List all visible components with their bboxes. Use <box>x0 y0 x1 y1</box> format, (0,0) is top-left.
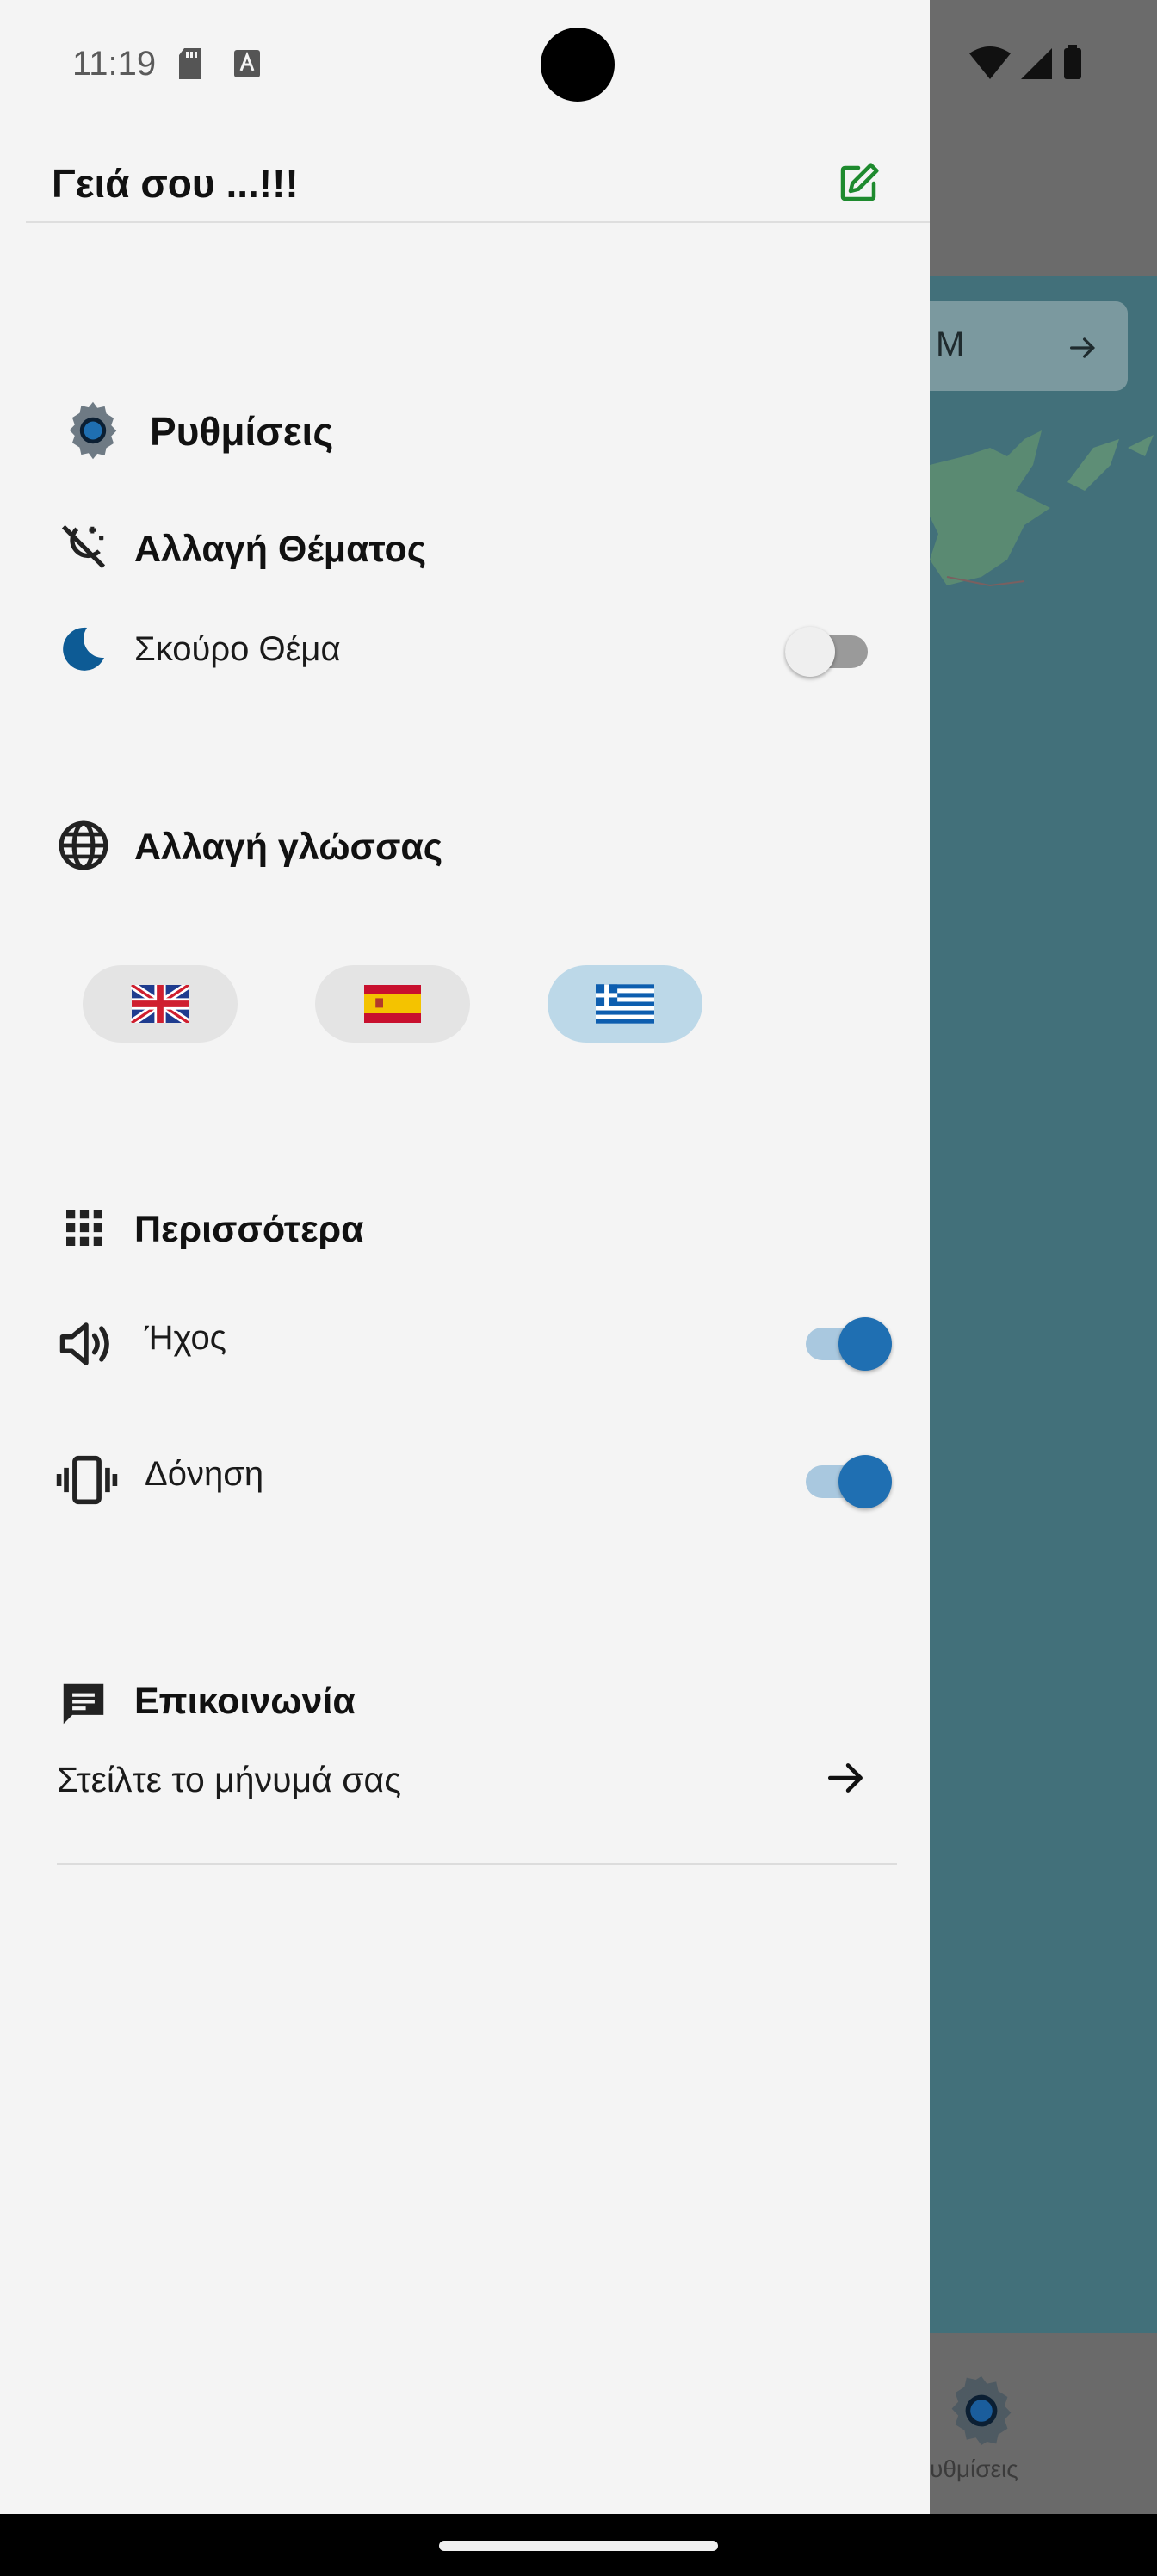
switch-thumb <box>838 1455 892 1508</box>
language-section-title: Αλλαγή γλώσσας <box>134 827 443 868</box>
navigation-drawer: 11:19 Γειά σου ...!!! Ρυθμίσεις Αλλαγή Θ… <box>0 0 930 2514</box>
volume-icon <box>59 1322 109 1365</box>
greeting-text: Γειά σου ...!!! <box>52 161 299 206</box>
vibration-icon <box>56 1455 118 1505</box>
send-message-label[interactable]: Στείλτε το μήνυμά σας <box>57 1760 401 1800</box>
keyboard-a-icon <box>234 50 260 77</box>
sd-card-icon <box>179 48 201 79</box>
edit-icon[interactable] <box>835 160 882 207</box>
background-nav-label: υθμίσεις <box>930 2455 1018 2482</box>
sound-switch[interactable] <box>806 1317 895 1371</box>
gear-icon <box>951 2376 1012 2445</box>
english-flag-icon <box>131 985 189 1023</box>
status-time: 11:19 <box>72 45 157 83</box>
gear-icon <box>69 401 117 460</box>
switch-thumb <box>838 1317 892 1371</box>
switch-thumb <box>785 627 835 677</box>
status-icons <box>969 45 1081 79</box>
contact-divider <box>57 1863 897 1865</box>
language-option-english[interactable] <box>83 965 238 1043</box>
theme-change-icon <box>61 524 106 569</box>
settings-title: Ρυθμίσεις <box>150 409 334 454</box>
arrow-right-icon <box>1070 337 1096 358</box>
contact-section-title: Επικοινωνία <box>134 1681 356 1722</box>
language-option-spanish[interactable] <box>315 965 470 1043</box>
moon-icon <box>63 627 104 671</box>
more-section-title: Περισσότερα <box>134 1209 364 1250</box>
apps-grid-icon <box>66 1210 102 1246</box>
dark-mode-label: Σκούρο Θέμα <box>134 630 341 668</box>
battery-icon <box>1064 48 1081 79</box>
gesture-handle[interactable] <box>439 2541 718 2551</box>
sound-label: Ήχος <box>145 1319 226 1357</box>
signal-icon <box>1021 48 1052 79</box>
language-option-greek[interactable] <box>548 965 702 1043</box>
theme-section-title: Αλλαγή Θέματος <box>134 529 427 570</box>
header-divider <box>26 221 930 223</box>
wifi-icon <box>969 46 1011 79</box>
vibration-switch[interactable] <box>806 1455 895 1508</box>
background-search-text: M <box>936 325 965 363</box>
spanish-flag-icon <box>364 985 421 1023</box>
vibration-label: Δόνηση <box>145 1455 264 1493</box>
chat-icon <box>63 1683 104 1725</box>
front-camera <box>541 28 615 102</box>
globe-icon <box>59 820 108 870</box>
dark-mode-switch[interactable] <box>785 627 871 677</box>
greek-flag-icon <box>596 984 654 1024</box>
arrow-right-icon[interactable] <box>825 1756 868 1799</box>
map-island-shape <box>921 430 1154 587</box>
